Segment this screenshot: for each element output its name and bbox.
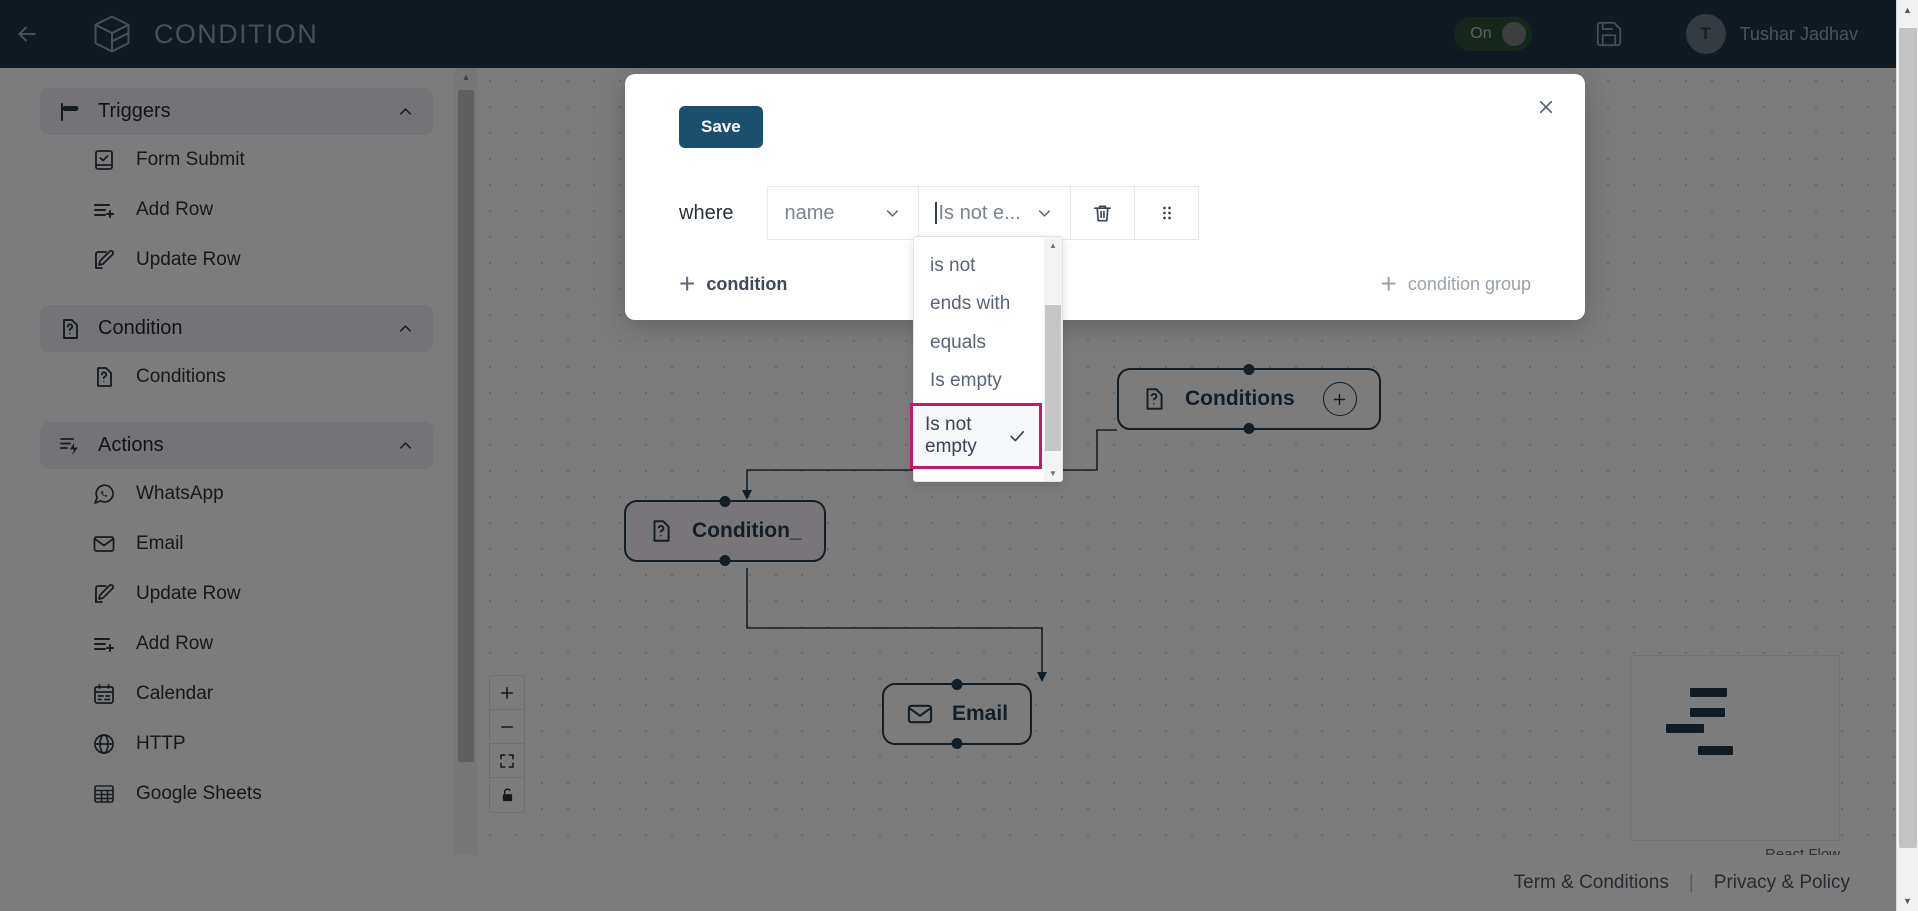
where-label: where bbox=[679, 201, 734, 224]
add-condition-group-button[interactable]: + condition group bbox=[1381, 270, 1531, 298]
add-condition-button[interactable]: + condition bbox=[679, 270, 787, 298]
dropdown-option-equals[interactable]: equals bbox=[914, 324, 1044, 362]
check-icon bbox=[1007, 426, 1027, 446]
plus-icon: + bbox=[1380, 268, 1397, 299]
scrollbar-thumb[interactable] bbox=[1898, 28, 1917, 848]
trash-icon bbox=[1094, 204, 1112, 222]
dropdown-option-is-not-empty[interactable]: Is not empty bbox=[910, 402, 1042, 470]
condition-controls: name Is not e... bbox=[767, 186, 1200, 240]
field-select[interactable]: name bbox=[767, 186, 920, 240]
scroll-up-arrow-icon[interactable]: ▲ bbox=[1896, 0, 1918, 20]
dropdown-option-label: is not bbox=[930, 255, 976, 276]
operator-select-value: Is not e... bbox=[935, 202, 1021, 225]
operator-dropdown[interactable]: is not ends with equals Is empty Is not … bbox=[910, 236, 1063, 482]
plus-icon: + bbox=[679, 268, 696, 299]
dropdown-option-label: ends with bbox=[930, 293, 1011, 315]
close-button[interactable] bbox=[1533, 94, 1559, 120]
dropdown-option-is-not[interactable]: is not bbox=[914, 247, 1044, 285]
triangle-up-icon[interactable]: ▲ bbox=[1044, 237, 1062, 253]
dropdown-scrollbar[interactable]: ▲ ▼ bbox=[1044, 237, 1062, 481]
triangle-down-icon[interactable]: ▼ bbox=[1044, 465, 1062, 481]
operator-select[interactable]: Is not e... bbox=[919, 186, 1072, 240]
add-condition-group-label: condition group bbox=[1407, 273, 1531, 294]
add-condition-label: condition bbox=[706, 273, 788, 294]
operator-dropdown-list: is not ends with equals Is empty Is not … bbox=[910, 237, 1044, 481]
scrollbar-track[interactable] bbox=[1897, 20, 1918, 891]
save-button[interactable]: Save bbox=[679, 106, 763, 148]
close-icon bbox=[1539, 100, 1553, 114]
dropdown-option-ends-with[interactable]: ends with bbox=[914, 285, 1044, 323]
dropdown-option-label: Is empty bbox=[930, 370, 1002, 392]
delete-condition-button[interactable] bbox=[1071, 186, 1136, 240]
scrollbar-thumb[interactable] bbox=[1045, 305, 1061, 451]
drag-handle-icon bbox=[1163, 206, 1171, 220]
app-root: CONDITION On T Tushar Jadhav bbox=[0, 0, 1896, 911]
scroll-down-arrow-icon[interactable]: ▼ bbox=[1896, 891, 1918, 911]
condition-editor-modal: Save where name Is not e... + condition … bbox=[625, 74, 1585, 320]
dropdown-option-label: equals bbox=[930, 331, 986, 353]
scrollbar-track[interactable] bbox=[1044, 253, 1062, 465]
chevron-down-icon bbox=[883, 204, 902, 223]
dropdown-option-label: Is not empty bbox=[925, 413, 977, 458]
drag-handle-button[interactable] bbox=[1135, 186, 1200, 240]
dropdown-option-is-empty[interactable]: Is empty bbox=[914, 362, 1044, 400]
field-select-value: name bbox=[784, 201, 835, 224]
chevron-down-icon bbox=[1035, 204, 1054, 223]
condition-row: where name Is not e... bbox=[679, 186, 1200, 240]
page-scrollbar[interactable]: ▲ ▼ bbox=[1896, 0, 1918, 911]
